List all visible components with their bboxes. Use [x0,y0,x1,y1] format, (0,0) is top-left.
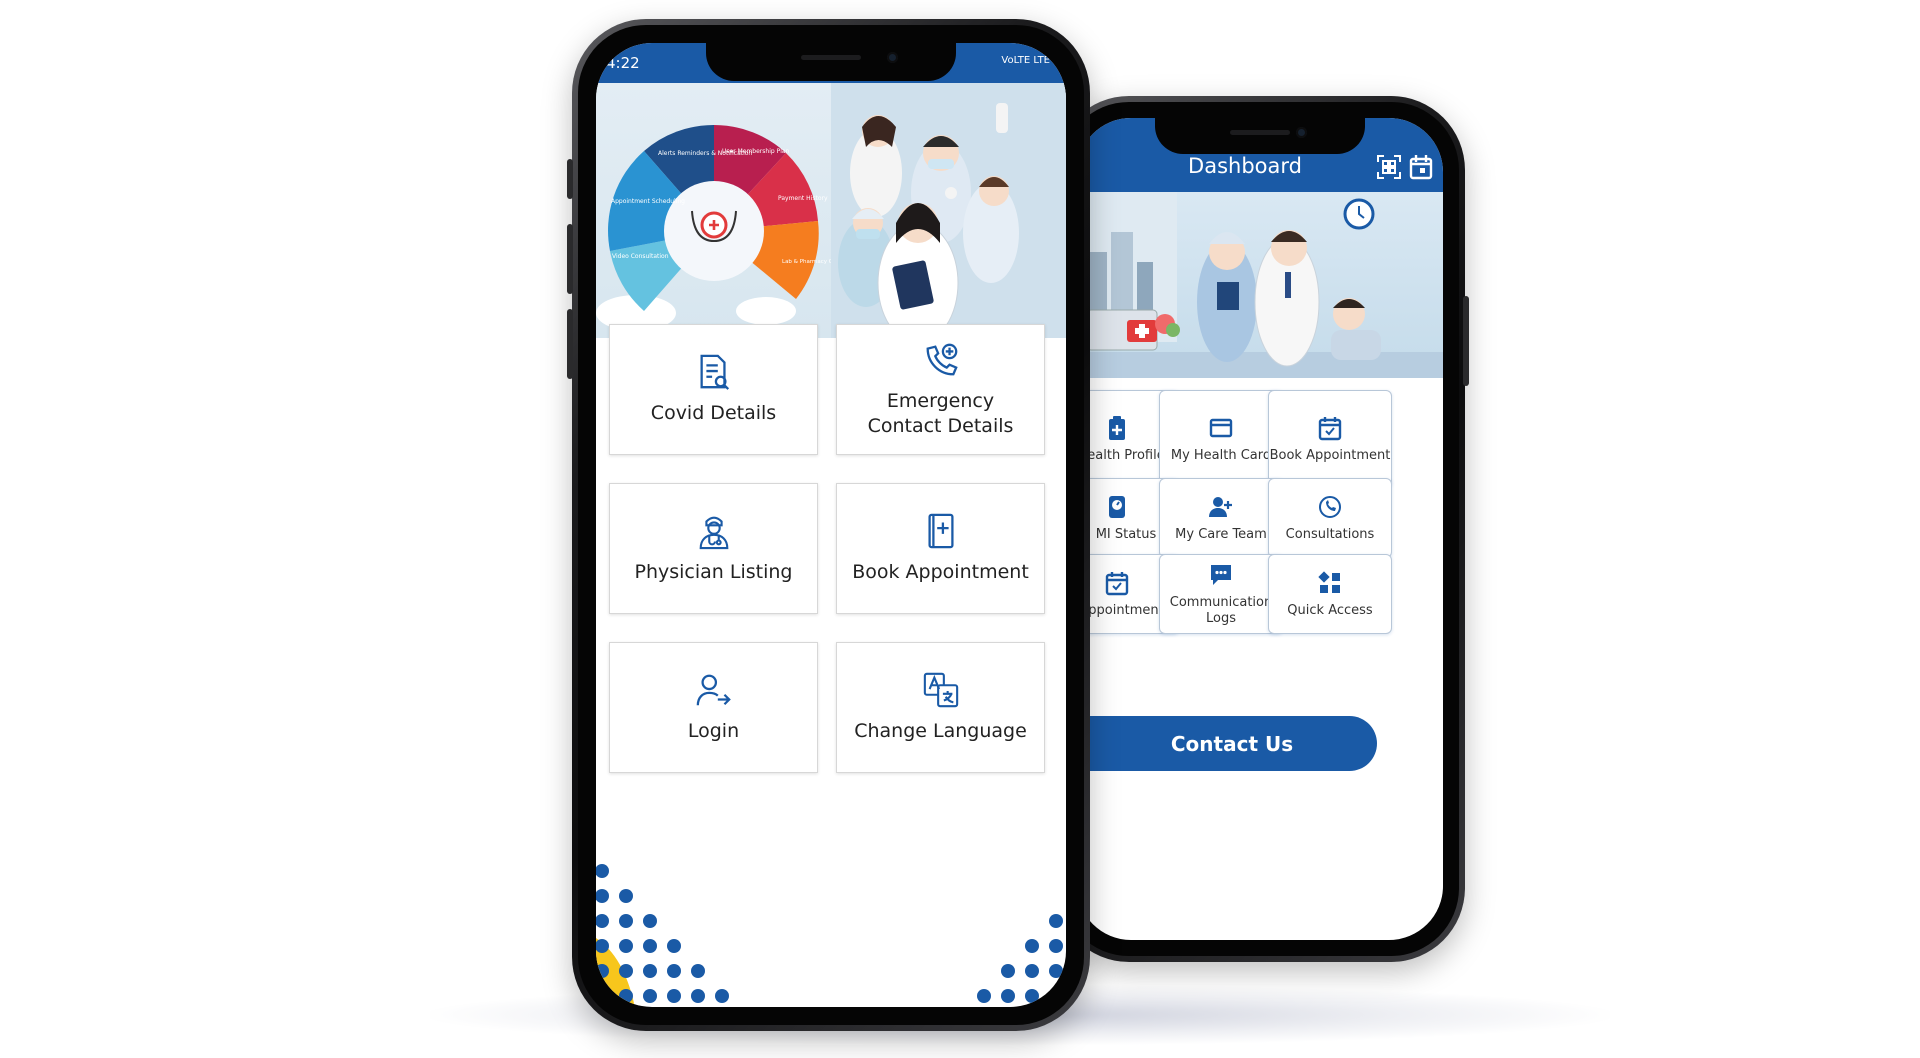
wheel-label: User Membership Plan [722,148,790,155]
decorative-dots [596,864,729,1007]
front-phone: 4:22 VoLTE LTE Alerts Reminders & Notifi… [567,19,1090,1031]
tile-label: Covid Details [650,402,777,424]
tile-label: Emergency Contact Details [867,389,1014,437]
tile-label: Communication Logs [1169,595,1273,626]
tile-label: Book Appointment [1269,447,1391,463]
calendar-check-icon [1318,416,1342,440]
tile-book-appointment[interactable]: Book Appointment [836,483,1045,614]
scale-icon [1109,496,1125,518]
wheel-label: Video Consultation [612,253,669,260]
calendar-icon[interactable] [1407,153,1435,181]
tile-label: My Health Card [1170,447,1272,463]
mute-switch [567,159,573,199]
tile-label: Physician Listing [634,561,793,583]
team-icon [1209,497,1232,517]
tile-label: Login [687,720,740,742]
tile-login[interactable]: Login [609,642,818,773]
front-phone-screen: 4:22 VoLTE LTE Alerts Reminders & Notifi… [596,43,1066,1007]
qr-code-icon[interactable] [1375,153,1403,181]
tile-label: Book Appointment [852,561,1029,583]
clipboard-plus-icon [1109,415,1125,440]
translate-icon [923,672,958,708]
phone-history-icon [1319,496,1341,518]
tile-covid-details[interactable]: Covid Details [609,324,818,455]
power-button [1463,296,1469,386]
dashboard-banner [1077,192,1443,378]
back-phone: Dashboard ealth Profile My Health Card B… [1051,96,1469,962]
tile-book-appointment[interactable]: Book Appointment [1268,390,1392,487]
feature-wheel-illustration: Alerts Reminders & Notification User Mem… [596,83,1066,338]
tile-consultations[interactable]: Consultations [1268,478,1392,558]
hero-banner: Alerts Reminders & Notification User Mem… [596,83,1066,338]
tile-label: Quick Access [1287,603,1373,618]
tile-label: My Care Team [1175,527,1267,542]
calendar-check-icon [1105,572,1129,596]
card-icon [1209,418,1233,437]
network-status: VoLTE LTE [1001,55,1050,66]
tile-quick-access[interactable]: Quick Access [1268,554,1392,634]
volume-up-button [567,224,573,294]
tile-label: Consultations [1285,527,1375,542]
user-login-icon [696,674,731,706]
tile-label: ppointment [1088,603,1164,618]
grid-icon [1318,571,1340,593]
contact-us-button[interactable]: Contact Us [1077,716,1377,771]
status-time: 4:22 [606,54,640,72]
wheel-label: Payment History [778,195,828,202]
volume-down-button [567,309,573,379]
chat-icon [1211,565,1231,585]
tile-emergency-contact-details[interactable]: Emergency Contact Details [836,324,1045,455]
tile-physician-listing[interactable]: Physician Listing [609,483,818,614]
medical-book-icon [927,513,954,549]
decorative-dots [977,914,1063,1003]
document-search-icon [700,354,729,390]
wheel-label: Appointment Scheduling [611,198,685,205]
doctor-icon [699,516,728,550]
phone-plus-icon [926,343,958,375]
notch [706,43,956,81]
tile-my-health-card[interactable]: My Health Card [1159,390,1283,487]
tile-label: ealth Profile [1087,447,1165,463]
tile-label: Change Language [854,720,1027,742]
back-phone-screen: Dashboard ealth Profile My Health Card B… [1077,118,1443,940]
tile-communication-logs[interactable]: Communication Logs [1159,554,1283,634]
tile-my-care-team[interactable]: My Care Team [1159,478,1283,558]
notch [1155,118,1365,154]
tile-change-language[interactable]: Change Language [836,642,1045,773]
